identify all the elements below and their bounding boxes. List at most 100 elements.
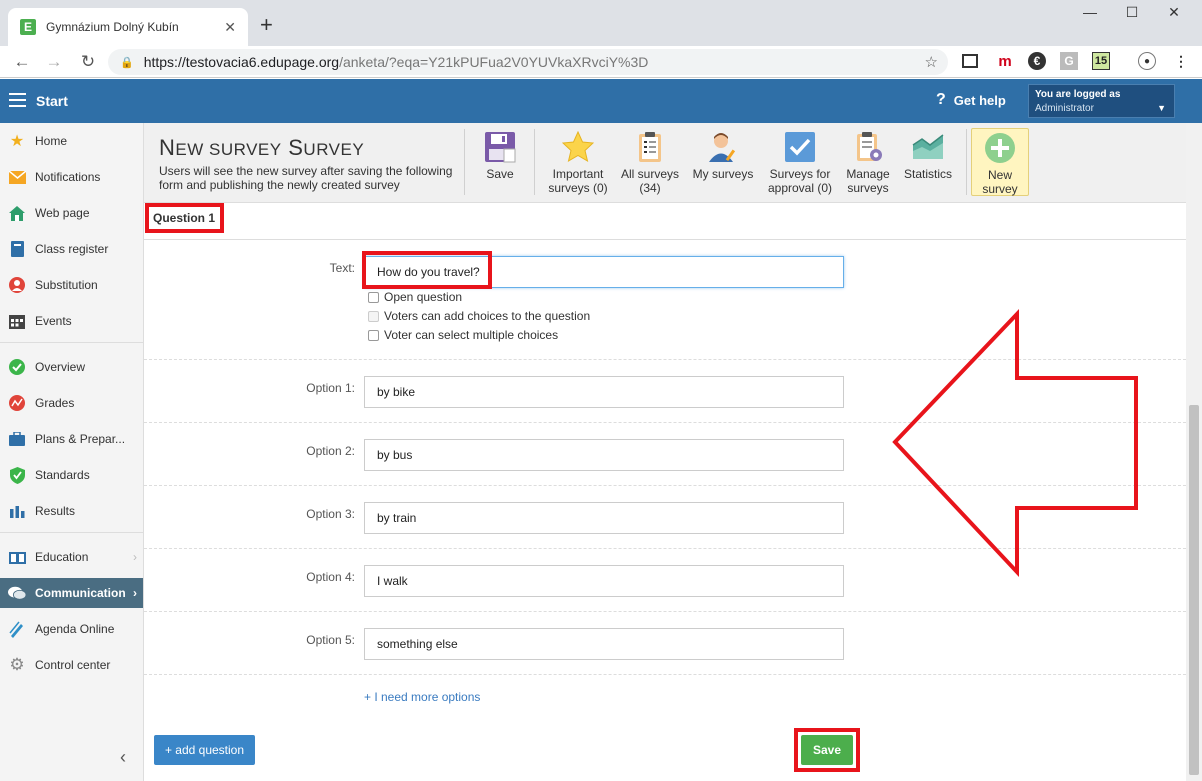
m-ext-icon[interactable]: m (996, 52, 1014, 70)
sidebar-item-label: Results (35, 504, 76, 518)
option-1-input[interactable]: by bike (364, 376, 844, 408)
multiple-choices-checkbox[interactable]: Voter can select multiple choices (368, 328, 558, 342)
browser-tab[interactable]: E Gymnázium Dolný Kubín ✕ (8, 8, 248, 46)
add-question-button[interactable]: + add question (154, 735, 255, 765)
survey-toolbar: NEW SURVEY SURVEY Users will see the new… (144, 123, 1186, 203)
bookmark-star-icon[interactable]: ☆ (925, 53, 938, 71)
shield-check-icon (8, 466, 26, 484)
checkbox-icon (368, 329, 379, 341)
sidebar-item-home[interactable]: ★ Home (0, 126, 143, 156)
person-pencil-icon (707, 131, 739, 163)
lock-icon: 🔒 (120, 56, 134, 69)
caret-down-icon: ▼ (1157, 103, 1166, 113)
app-header: Start ? Get help You are logged as Admin… (0, 79, 1202, 123)
page-scrollbar[interactable] (1186, 123, 1202, 781)
option-3-input[interactable]: by train (364, 502, 844, 534)
option-5-input[interactable]: something else (364, 628, 844, 660)
sidebar-item-communication[interactable]: Communication › (0, 578, 143, 608)
open-question-checkbox[interactable]: Open question (368, 290, 462, 304)
url-host: https://testovacia6.edupage.org (143, 54, 340, 70)
option-label: Option 5: (306, 633, 355, 647)
sidebar-divider (0, 342, 143, 343)
voters-add-choices-checkbox[interactable]: Voters can add choices to the question (368, 309, 590, 323)
toolbar-divider (464, 129, 465, 195)
sidebar-item-web-page[interactable]: Web page (0, 198, 143, 228)
person-icon (8, 276, 26, 294)
maximize-icon[interactable]: ☐ (1112, 4, 1152, 21)
option-2-input[interactable]: by bus (364, 439, 844, 471)
sidebar-item-label: Web page (35, 206, 90, 220)
sidebar-item-label: Substitution (35, 278, 98, 292)
sidebar-item-label: Notifications (35, 170, 101, 184)
important-surveys-button[interactable]: Important surveys (0) (544, 130, 612, 195)
option-label: Option 3: (306, 507, 355, 521)
user-menu[interactable]: You are logged as Administrator ▼ (1028, 84, 1175, 118)
star-icon: ★ (9, 133, 25, 150)
get-help-button[interactable]: ? Get help (936, 91, 1006, 109)
url-input[interactable]: 🔒 https://testovacia6.edupage.org/anketa… (108, 49, 948, 75)
statistics-button[interactable]: Statistics (894, 131, 962, 181)
all-surveys-button[interactable]: All surveys (34) (616, 131, 684, 195)
sidebar-item-label: Home (35, 134, 68, 148)
save-toolbar-button[interactable]: Save (466, 131, 534, 181)
highlight-box-question-text (362, 251, 492, 289)
window-close-icon[interactable]: ✕ (1154, 4, 1194, 21)
house-icon (8, 204, 26, 222)
sidebar-item-grades[interactable]: Grades (0, 388, 143, 418)
sidebar-item-events[interactable]: Events (0, 306, 143, 336)
area-chart-icon (912, 131, 944, 163)
minimize-icon[interactable]: — (1070, 4, 1110, 20)
sidebar-item-overview[interactable]: Overview (0, 352, 143, 382)
sidebar-item-notifications[interactable]: Notifications (0, 162, 143, 192)
new-tab-icon[interactable]: + (260, 12, 273, 38)
hamburger-menu-icon[interactable] (9, 93, 26, 107)
sidebar-item-label: Standards (35, 468, 90, 482)
screenshot-ext-icon[interactable] (962, 54, 978, 68)
forward-icon[interactable]: → (42, 52, 66, 72)
surveys-for-approval-button[interactable]: Surveys for approval (0) (766, 131, 834, 195)
collapse-sidebar-icon[interactable]: ‹ (120, 747, 126, 768)
sidebar-item-education[interactable]: Education › (0, 542, 143, 572)
floppy-disk-icon (484, 131, 516, 163)
sidebar-item-label: Control center (35, 658, 111, 672)
browser-menu-icon[interactable]: ⋮ (1172, 52, 1190, 70)
sidebar-item-class-register[interactable]: Class register (0, 234, 143, 264)
sidebar-item-standards[interactable]: Standards (0, 460, 143, 490)
question-header: Question 1 (144, 203, 1186, 240)
option-4-input[interactable]: I walk (364, 565, 844, 597)
clipboard-list-icon (634, 131, 666, 163)
sidebar-item-plans[interactable]: Plans & Prepar... (0, 424, 143, 454)
sidebar-item-label: Class register (35, 242, 109, 256)
my-surveys-button[interactable]: My surveys (689, 131, 757, 181)
scrollbar-thumb[interactable] (1189, 405, 1199, 775)
star-icon (561, 130, 595, 163)
sidebar-item-label: Communication (35, 586, 126, 600)
row-divider (144, 611, 1186, 612)
circle-ext-icon[interactable]: € (1028, 52, 1046, 70)
user-role: Administrator (1035, 103, 1094, 114)
chat-icon (8, 584, 26, 602)
calendar-icon (8, 312, 26, 330)
sidebar-item-control-center[interactable]: ⚙ Control center (0, 650, 143, 680)
manage-surveys-button[interactable]: Manage surveys (834, 131, 902, 195)
new-survey-button[interactable]: New survey (971, 128, 1029, 196)
more-options-link[interactable]: + I need more options (364, 690, 480, 704)
plus-circle-icon (984, 132, 1016, 164)
start-label[interactable]: Start (36, 93, 68, 109)
checkbox-icon (368, 310, 379, 322)
book-icon (8, 240, 26, 258)
tab-close-icon[interactable]: ✕ (224, 19, 236, 36)
back-icon[interactable]: ← (10, 52, 34, 72)
g-ext-icon[interactable]: G (1060, 52, 1078, 70)
sidebar-item-results[interactable]: Results (0, 496, 143, 526)
text-label: Text: (329, 261, 355, 275)
page-title: NEW SURVEY SURVEY (159, 135, 365, 160)
calendar-ext-icon[interactable]: 15 (1092, 52, 1110, 70)
question-mark-icon: ? (936, 91, 946, 108)
briefcase-icon (8, 430, 26, 448)
profile-icon[interactable]: ● (1138, 52, 1156, 70)
reload-icon[interactable]: ↻ (76, 52, 100, 72)
sidebar-item-substitution[interactable]: Substitution (0, 270, 143, 300)
sidebar-item-agenda-online[interactable]: Agenda Online (0, 614, 143, 644)
tab-title: Gymnázium Dolný Kubín (46, 20, 179, 34)
